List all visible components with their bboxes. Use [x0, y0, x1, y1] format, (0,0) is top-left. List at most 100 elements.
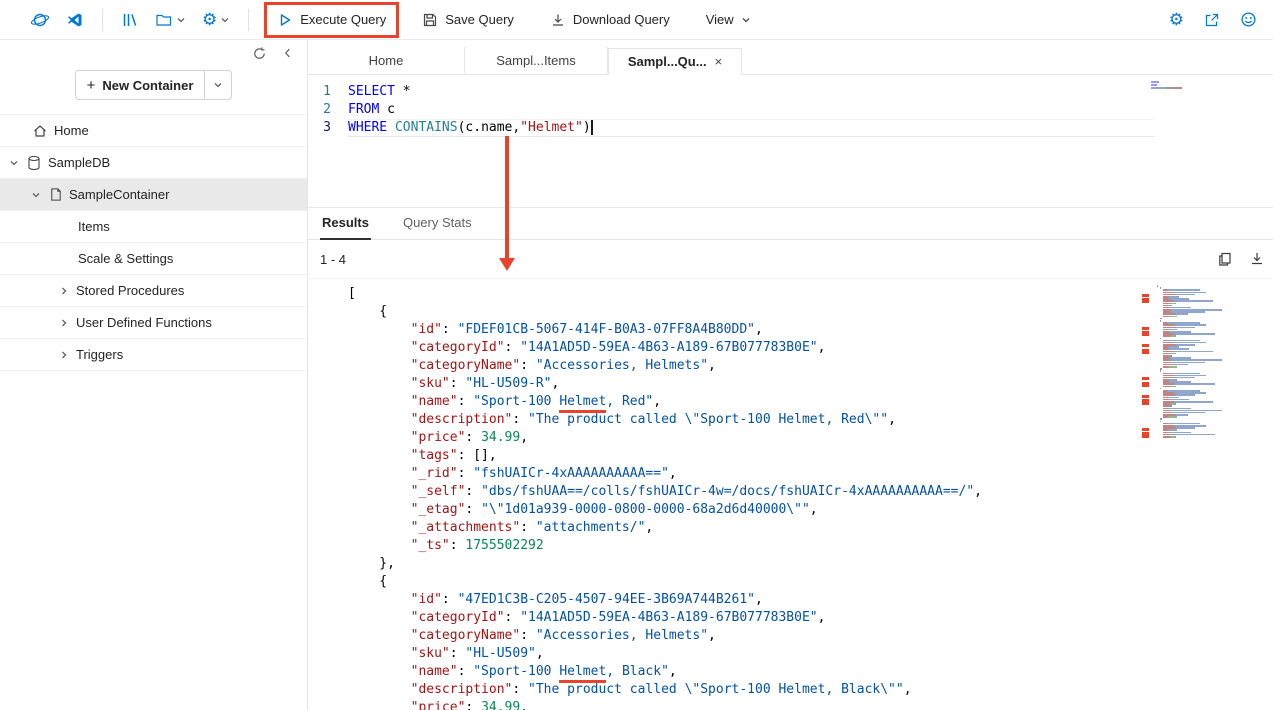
query-editor[interactable]: 1SELECT *2FROM c3WHERE CONTAINS(c.name,"…	[308, 75, 1273, 207]
settings-gear-icon[interactable]: ⚙	[1169, 11, 1184, 28]
code-token: "47ED1C3B-C205-4507-94EE-3B69A744B261"	[458, 592, 755, 607]
sidebar-item-stored-procedures[interactable]: Stored Procedures	[0, 275, 307, 307]
execute-query-button[interactable]: Execute Query	[267, 0, 396, 40]
code-token: "fshUAICr-4xAAAAAAAAAA=="	[473, 466, 669, 481]
results-tab[interactable]: Results	[320, 215, 371, 239]
sidebar-item-home[interactable]: Home	[0, 115, 307, 147]
minimap-line	[1151, 81, 1197, 83]
sidebar-item-items[interactable]: Items	[0, 211, 307, 243]
code-token: :	[450, 376, 466, 391]
query-stats-tab[interactable]: Query Stats	[401, 215, 474, 239]
code-token: ,	[818, 610, 826, 625]
command-bar-right: ⚙	[1169, 11, 1273, 28]
results-tab-bar: Results Query Stats	[308, 208, 1273, 240]
vs-code-icon[interactable]	[66, 11, 84, 29]
folder-dropdown-icon[interactable]	[155, 11, 186, 29]
sidebar-item-samplecontainer[interactable]: SampleContainer	[0, 179, 307, 211]
chevron-down-icon[interactable]	[8, 158, 20, 168]
sidebar-item-label: Stored Procedures	[76, 283, 184, 298]
chevron-down-icon	[220, 15, 230, 25]
code-token: "14A1AD5D-59EA-4B63-A189-67B077783B0E"	[520, 610, 817, 625]
code-token: :	[465, 430, 481, 445]
result-json-line: "tags": [],	[308, 447, 1273, 465]
code-token: "The product called \"Sport-100 Helmet, …	[528, 682, 904, 697]
code-token: "_self"	[348, 484, 465, 499]
library-icon[interactable]	[121, 11, 139, 29]
code-token: SELECT	[348, 84, 395, 99]
new-container-dropdown-icon[interactable]	[205, 80, 231, 90]
find-match-marker	[1142, 384, 1149, 387]
sidebar-item-udf[interactable]: User Defined Functions	[0, 307, 307, 339]
code-token: "FDEF01CB-5067-414F-B0A3-07FF8A4B80DD"	[458, 322, 755, 337]
results-editor[interactable]: [ { "id": "FDEF01CB-5067-414F-B0A3-07FF8…	[308, 278, 1273, 710]
find-match-marker	[1142, 333, 1149, 336]
find-match-marker	[1142, 435, 1149, 438]
settings-gear-dropdown-icon[interactable]: ⚙	[202, 11, 230, 28]
copy-icon[interactable]	[1217, 251, 1233, 267]
text-cursor	[591, 120, 593, 135]
code-token: CONTAINS	[395, 120, 458, 135]
collapse-panel-icon[interactable]	[281, 46, 295, 60]
result-json-line: "id": "47ED1C3B-C205-4507-94EE-3B69A744B…	[308, 591, 1273, 609]
chevron-right-icon[interactable]	[58, 318, 70, 328]
code-token: "_attachments"	[348, 520, 520, 535]
view-menu-button[interactable]: View	[696, 0, 761, 40]
tab-home[interactable]: Home	[308, 47, 465, 74]
tab-sample-query[interactable]: Sampl...Qu... ×	[608, 48, 742, 75]
find-match-marker	[1142, 377, 1149, 380]
code-token: "HL-U509-R"	[465, 376, 551, 391]
document-tab-bar: Home Sampl...Items Sampl...Qu... ×	[308, 40, 1273, 75]
download-results-icon[interactable]	[1249, 251, 1265, 267]
code-token: "description"	[348, 412, 512, 427]
gear-icon: ⚙	[202, 11, 217, 28]
results-section: Results Query Stats 1 - 4 [	[308, 207, 1273, 710]
cosmos-db-logo-icon[interactable]	[30, 10, 50, 30]
code-token: ,	[552, 376, 560, 391]
chevron-down-icon	[176, 15, 186, 25]
code-token: :	[450, 538, 466, 553]
code-token: "categoryId"	[348, 610, 505, 625]
open-in-new-icon[interactable]	[1204, 12, 1220, 28]
close-tab-icon[interactable]: ×	[715, 54, 723, 69]
code-token: c	[379, 102, 395, 117]
code-token: :	[520, 358, 536, 373]
code-token: 34.99	[481, 700, 520, 710]
code-token: },	[348, 556, 395, 571]
query-code-line: 2FROM c	[308, 101, 1273, 119]
code-token: [],	[473, 448, 496, 463]
sidebar-item-scale-settings[interactable]: Scale & Settings	[0, 243, 307, 275]
chevron-right-icon[interactable]	[58, 286, 70, 296]
refresh-icon[interactable]	[252, 46, 267, 61]
chevron-right-icon[interactable]	[58, 350, 70, 360]
result-json-line: "description": "The product called \"Spo…	[308, 411, 1273, 429]
code-token: ,	[810, 502, 818, 517]
tab-sample-items[interactable]: Sampl...Items	[465, 47, 608, 74]
download-query-button[interactable]: Download Query	[540, 0, 680, 40]
feedback-smiley-icon[interactable]	[1240, 11, 1257, 28]
result-json-line: "_attachments": "attachments/",	[308, 519, 1273, 537]
sidebar-item-triggers[interactable]: Triggers	[0, 339, 307, 371]
chevron-down-icon[interactable]	[30, 190, 42, 200]
code-token: ,	[653, 394, 661, 409]
code-token: :	[465, 502, 481, 517]
code-token: ,	[755, 322, 763, 337]
result-json-line: "id": "FDEF01CB-5067-414F-B0A3-07FF8A4B8…	[308, 321, 1273, 339]
code-token: )	[583, 120, 591, 135]
new-container-button[interactable]: + New Container	[75, 70, 233, 100]
code-token: "categoryId"	[348, 340, 505, 355]
result-json-line: "sku": "HL-U509",	[308, 645, 1273, 663]
home-icon	[32, 123, 48, 139]
toolbar-divider	[102, 9, 103, 31]
sidebar-item-sampledb[interactable]: SampleDB	[0, 147, 307, 179]
line-number: 1	[308, 83, 348, 101]
download-query-label: Download Query	[573, 12, 670, 27]
find-match-marker	[1142, 351, 1149, 354]
save-query-button[interactable]: Save Query	[412, 0, 524, 40]
code-token: c.name	[465, 120, 512, 135]
code-token: ,	[888, 412, 896, 427]
tab-label: Sampl...Qu...	[628, 54, 707, 69]
code-token: "name"	[348, 664, 458, 679]
tab-label: Sampl...Items	[496, 53, 575, 68]
code-token: "price"	[348, 700, 465, 710]
code-token: "_ts"	[348, 538, 450, 553]
